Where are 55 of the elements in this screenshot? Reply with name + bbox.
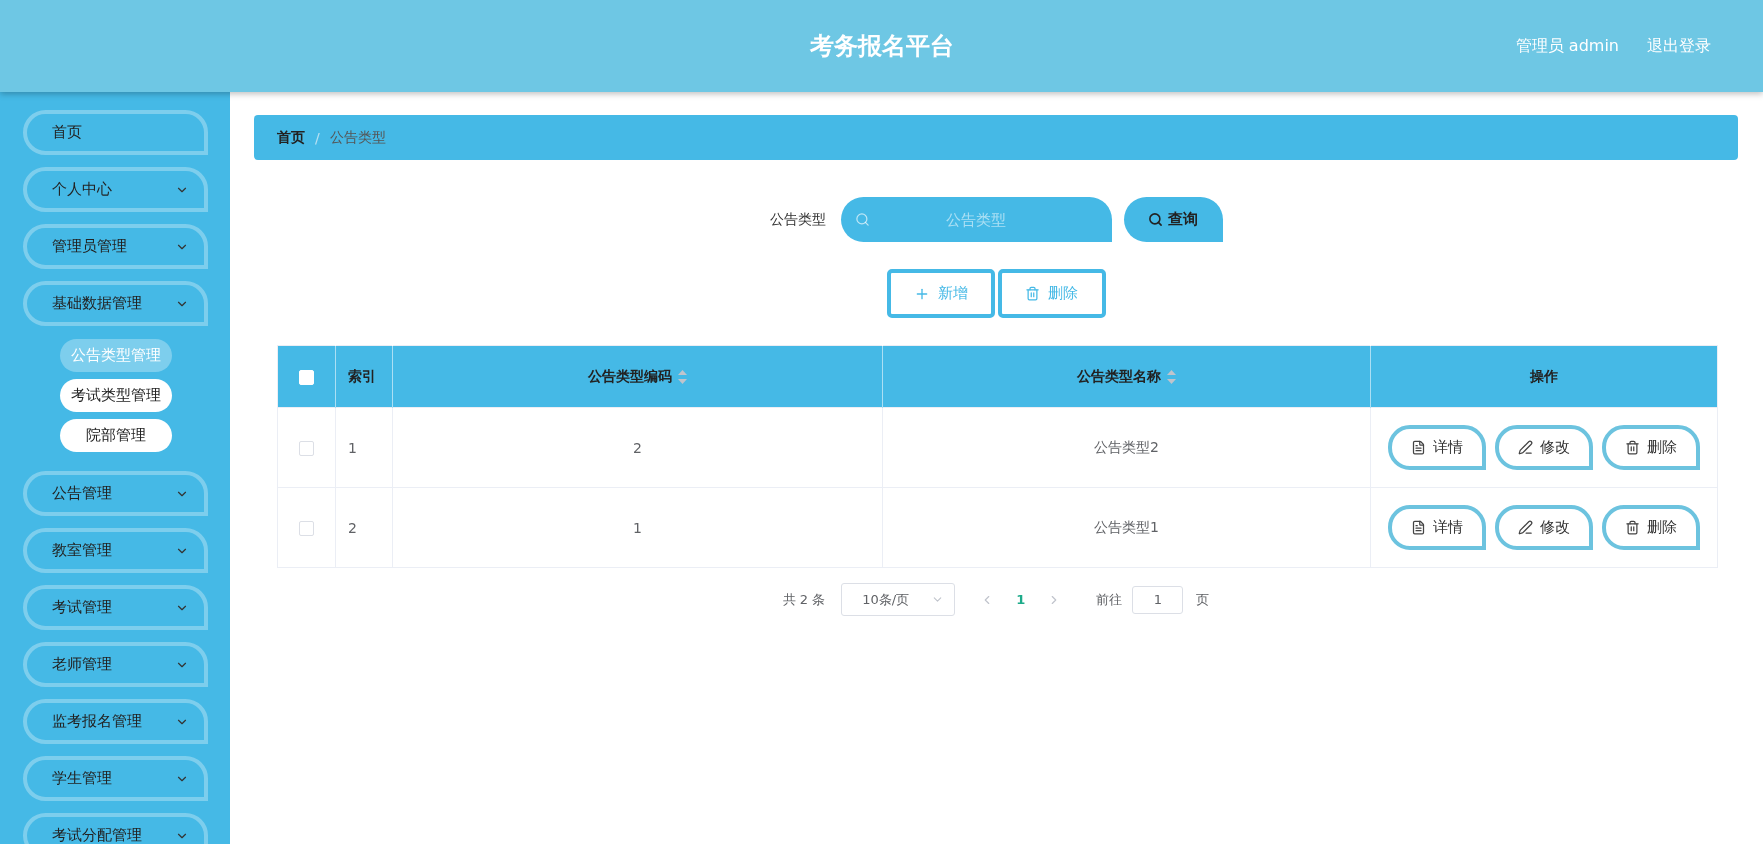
menu-item[interactable]: 考试管理 bbox=[23, 585, 208, 630]
trash-icon bbox=[1625, 440, 1640, 455]
search-label: 公告类型 bbox=[769, 210, 826, 229]
menu-item[interactable]: 管理员管理 bbox=[23, 224, 208, 269]
search-icon bbox=[854, 212, 870, 227]
table-cell: 2 bbox=[335, 487, 393, 568]
page-size-select[interactable]: 10条/页 bbox=[841, 583, 956, 616]
pencil-icon bbox=[1518, 520, 1533, 535]
detail-button[interactable]: 详情 bbox=[1388, 505, 1486, 550]
query-button[interactable]: 查询 bbox=[1123, 197, 1223, 242]
menu-item[interactable]: 老师管理 bbox=[23, 642, 208, 687]
column-header[interactable]: 公告类型编码 bbox=[392, 345, 883, 408]
menu-item[interactable]: 监考报名管理 bbox=[23, 699, 208, 744]
search-field[interactable]: 公告类型 bbox=[840, 197, 1112, 242]
document-icon bbox=[1411, 520, 1426, 535]
sort-icon[interactable] bbox=[678, 369, 687, 384]
sort-icon[interactable] bbox=[1167, 369, 1176, 384]
search-icon bbox=[1148, 212, 1163, 227]
edit-button[interactable]: 修改 bbox=[1495, 425, 1593, 470]
menu-item[interactable]: 基础数据管理 bbox=[23, 281, 208, 326]
table-cell: 1 bbox=[392, 487, 883, 568]
menu-item[interactable]: 教室管理 bbox=[23, 528, 208, 573]
document-icon bbox=[1411, 440, 1426, 455]
trash-icon bbox=[1025, 286, 1040, 301]
column-header[interactable]: 公告类型名称 bbox=[882, 345, 1371, 408]
delete-button[interactable]: 删除 bbox=[1602, 505, 1700, 550]
menu-item[interactable]: 公告管理 bbox=[23, 471, 208, 516]
row-checkbox[interactable] bbox=[299, 520, 314, 536]
page-input[interactable]: 1 bbox=[1132, 585, 1184, 614]
table-cell: 公告类型2 bbox=[882, 407, 1371, 488]
column-header: 操作 bbox=[1370, 345, 1718, 408]
menu-item[interactable]: 个人中心 bbox=[23, 167, 208, 212]
total-count: 共 2 条 bbox=[782, 590, 826, 609]
breadcrumb-separator: / bbox=[315, 129, 320, 146]
table-cell: 2 bbox=[392, 407, 883, 488]
breadcrumb-link[interactable]: 首页 bbox=[277, 128, 305, 147]
goto-label: 前往 bbox=[1096, 590, 1123, 609]
pencil-icon bbox=[1518, 440, 1533, 455]
trash-icon bbox=[1625, 520, 1640, 535]
column-header: 索引 bbox=[335, 345, 393, 408]
app-title: 考务报名平台 bbox=[809, 31, 954, 62]
user-name: 管理员 admin bbox=[1515, 35, 1619, 57]
table-cell: 公告类型1 bbox=[882, 487, 1371, 568]
delete-button[interactable]: 删除 bbox=[1602, 425, 1700, 470]
page-suffix: 页 bbox=[1196, 590, 1210, 609]
row-checkbox[interactable] bbox=[299, 440, 314, 456]
submenu-item[interactable]: 院部管理 bbox=[59, 419, 172, 452]
table-cell: 1 bbox=[335, 407, 393, 488]
menu-item[interactable]: 首页 bbox=[23, 110, 208, 155]
select-all-checkbox[interactable] bbox=[299, 369, 314, 385]
menu-item[interactable]: 考试分配管理 bbox=[23, 813, 208, 844]
submenu-item[interactable]: 考试类型管理 bbox=[59, 379, 172, 412]
menu-item[interactable]: 学生管理 bbox=[23, 756, 208, 801]
detail-button[interactable]: 详情 bbox=[1388, 425, 1486, 470]
edit-button[interactable]: 修改 bbox=[1495, 505, 1593, 550]
